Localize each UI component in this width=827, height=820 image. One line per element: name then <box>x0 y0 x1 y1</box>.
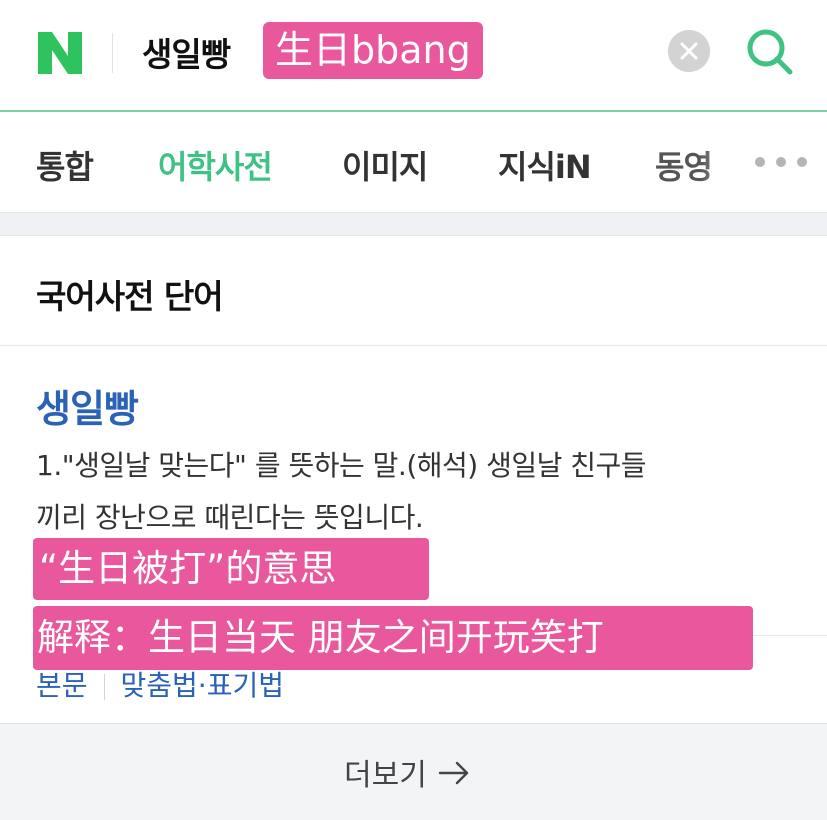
link-separator <box>103 674 105 700</box>
tab-language-dictionary[interactable]: 어학사전 <box>158 142 273 188</box>
query-annotation: 生日bbang <box>263 22 483 79</box>
card-divider-2 <box>752 635 827 636</box>
tab-knowledge-in[interactable]: 지식iN <box>498 142 592 188</box>
naver-n-icon <box>36 30 84 76</box>
more-button[interactable]: 더보기 <box>344 750 471 794</box>
tab-images[interactable]: 이미지 <box>342 142 428 188</box>
definition-line-1: 1."생일날 맞는다" 를 뜻하는 말.(해석) 생일날 친구들 <box>36 449 647 482</box>
annotation-explanation: 解释：生日当天 朋友之间开玩笑打 <box>33 606 753 670</box>
section-title: 국어사전 단어 <box>36 277 224 316</box>
section-separator <box>0 212 827 236</box>
search-tabs: 통합 어학사전 이미지 지식iN 동영 <box>0 114 827 212</box>
link-spelling[interactable]: 맞춤법·표기법 <box>121 669 284 700</box>
more-tabs-button[interactable] <box>752 152 810 172</box>
dictionary-word-link[interactable]: 생일빵 <box>36 378 139 433</box>
more-dots-icon <box>755 157 807 167</box>
tab-integrated[interactable]: 통합 <box>36 142 94 188</box>
header-divider <box>112 33 113 73</box>
tabs-fade <box>700 114 760 212</box>
more-footer: 더보기 <box>0 724 827 820</box>
naver-logo[interactable] <box>36 30 84 76</box>
card-divider <box>0 345 827 346</box>
more-label: 더보기 <box>344 758 427 793</box>
search-button[interactable] <box>742 24 796 78</box>
search-header: 생일빵 生日bbang <box>0 0 827 112</box>
clear-icon <box>668 30 710 72</box>
search-icon <box>747 29 793 75</box>
search-query[interactable]: 생일빵 <box>142 28 231 76</box>
clear-button[interactable] <box>668 30 710 72</box>
annotation-meaning: “生日被打”的意思 <box>33 538 429 600</box>
link-main-text[interactable]: 본문 <box>36 669 88 700</box>
definition-line-2: 끼리 장난으로 때린다는 뜻입니다. <box>36 501 424 534</box>
arrow-right-icon <box>437 759 471 794</box>
